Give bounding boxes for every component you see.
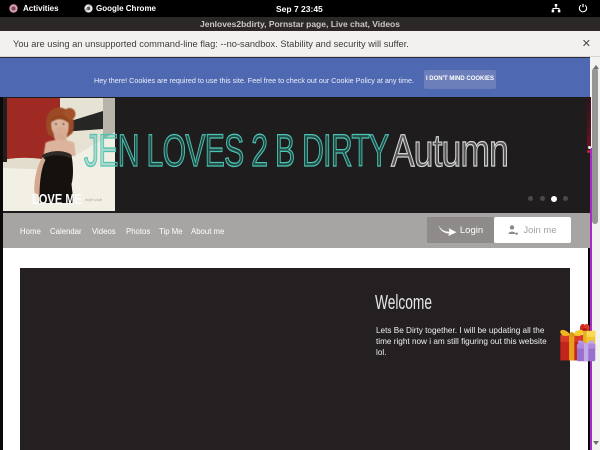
- svg-text:LOVE ME: LOVE ME: [32, 192, 82, 208]
- svg-text:myfri.club: myfri.club: [85, 197, 103, 202]
